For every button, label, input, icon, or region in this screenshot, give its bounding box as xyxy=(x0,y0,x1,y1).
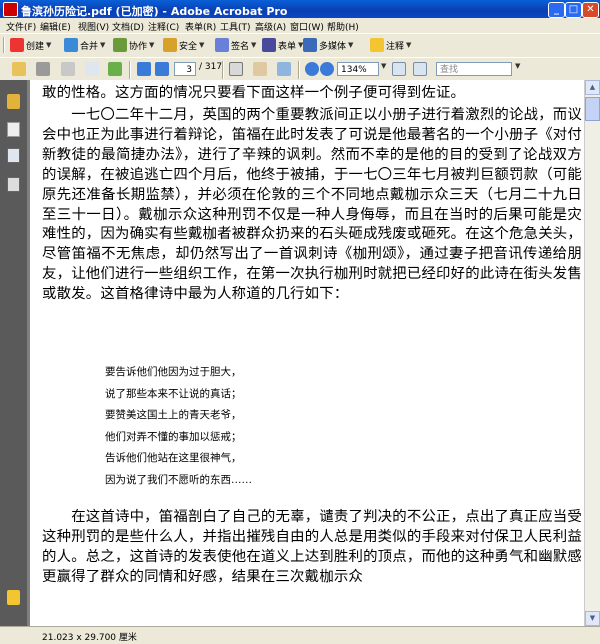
open-button[interactable] xyxy=(12,62,26,76)
minimize-button[interactable]: _ xyxy=(548,2,565,18)
fit-page-icon xyxy=(413,62,427,76)
folder-open-icon xyxy=(12,62,26,76)
vertical-scrollbar[interactable]: ▲ ▼ xyxy=(584,80,600,626)
pages-icon[interactable] xyxy=(7,122,20,137)
poem-line: 因为说了我们不愿听的东西…… xyxy=(105,473,252,486)
forms-button[interactable]: 表单 ▼ xyxy=(262,38,303,52)
bookmarks-icon[interactable] xyxy=(7,148,20,163)
paragraph-1: 敢的性格。这方面的情况只要看下面这样一个例子便可得到佐证。 xyxy=(42,85,466,101)
email-icon xyxy=(85,62,99,76)
zoom-in-icon xyxy=(320,62,334,76)
pdf-page: 敢的性格。这方面的情况只要看下面这样一个例子便可得到佐证。 一七〇二年十二月，英… xyxy=(30,80,594,626)
menu-document[interactable]: 文档(D) xyxy=(112,20,144,33)
navigation-toolbar: 3 / 317 134% ▼ 查找 ▼ xyxy=(0,57,600,81)
menu-file[interactable]: 文件(F) xyxy=(6,20,36,33)
document-viewer[interactable]: 敢的性格。这方面的情况只要看下面这样一个例子便可得到佐证。 一七〇二年十二月，英… xyxy=(27,80,600,626)
organizer-icon xyxy=(108,62,122,76)
signatures-icon[interactable] xyxy=(7,177,20,192)
maximize-button[interactable]: □ xyxy=(565,2,582,18)
save-button[interactable] xyxy=(61,62,75,76)
navigation-panel xyxy=(0,80,27,626)
tasks-toolbar: 创建 ▼ 合并 ▼ 协作 ▼ 安全 ▼ 签名 ▼ 表单 ▼ 多媒体 ▼ 注释 ▼ xyxy=(0,33,600,58)
paragraph-3: 在这首诗中，笛福剖白了自己的无辜，谴责了判决的不公正，点出了真正应当受这种刑罚的… xyxy=(42,509,582,585)
scroll-down-button[interactable]: ▼ xyxy=(585,611,600,626)
sign-button[interactable]: 签名 ▼ xyxy=(215,38,256,52)
previous-page-button[interactable] xyxy=(137,62,151,76)
select-tool-button[interactable] xyxy=(229,62,243,76)
poem-line: 他们对弄不懂的事加以惩戒； xyxy=(105,430,242,443)
search-dropdown-arrow[interactable]: ▼ xyxy=(515,62,520,70)
save-icon xyxy=(61,62,75,76)
text-select-icon xyxy=(229,62,243,76)
multimedia-icon xyxy=(303,38,317,52)
sign-pen-icon xyxy=(215,38,229,52)
print-icon xyxy=(36,62,50,76)
next-page-button[interactable] xyxy=(155,62,169,76)
zoom-level-select[interactable]: 134% xyxy=(337,62,379,76)
multimedia-button[interactable]: 多媒体 ▼ xyxy=(303,38,353,52)
window-title: 鲁滨孙历险记.pdf (已加密) - Adobe Acrobat Pro xyxy=(21,5,288,18)
page-total: / 317 xyxy=(199,62,223,72)
hand-tool-button[interactable] xyxy=(253,62,267,76)
menu-help[interactable]: 帮助(H) xyxy=(327,20,359,33)
collaborate-button[interactable]: 协作 ▼ xyxy=(113,38,154,52)
lock-icon[interactable] xyxy=(7,94,20,109)
poem-line: 要赞美这国土上的青天老爷， xyxy=(105,409,242,421)
menu-forms[interactable]: 表单(R) xyxy=(185,20,216,33)
zoom-marquee-icon xyxy=(277,62,291,76)
actual-size-icon xyxy=(392,62,406,76)
secure-button[interactable]: 安全 ▼ xyxy=(163,38,204,52)
menu-tools[interactable]: 工具(T) xyxy=(220,20,251,33)
create-pdf-icon xyxy=(10,38,24,52)
email-button[interactable] xyxy=(85,62,99,76)
arrow-up-icon xyxy=(137,62,151,76)
poem-line: 说了那些本来不让说的真话； xyxy=(105,387,242,400)
collaborate-icon xyxy=(113,38,127,52)
comment-button[interactable]: 注释 ▼ xyxy=(370,38,411,52)
zoom-out-button[interactable] xyxy=(305,62,319,76)
zoom-dropdown-arrow[interactable]: ▼ xyxy=(381,62,386,70)
poem-line: 告诉他们他站在这里很神气， xyxy=(105,452,242,464)
menu-comments[interactable]: 注释(C) xyxy=(148,20,179,33)
arrow-down-icon xyxy=(155,62,169,76)
comment-icon[interactable] xyxy=(7,590,20,605)
forms-icon xyxy=(262,38,276,52)
organizer-button[interactable] xyxy=(108,62,122,76)
menu-window[interactable]: 窗口(W) xyxy=(290,20,324,33)
combine-button[interactable]: 合并 ▼ xyxy=(64,38,105,52)
paragraph-2: 一七〇二年十二月，英国的两个重要教派间正以小册子进行着激烈的论战，而议会中也正为… xyxy=(42,107,582,303)
hand-icon xyxy=(253,62,267,76)
menu-edit[interactable]: 编辑(E) xyxy=(40,20,71,33)
zoom-out-icon xyxy=(305,62,319,76)
scroll-thumb[interactable] xyxy=(585,97,600,121)
page-size-label: 21.023 x 29.700 厘米 xyxy=(42,633,137,643)
poem-line: 要告诉他们他因为过于胆大， xyxy=(105,366,242,378)
menu-bar: 文件(F) 编辑(E) 视图(V) 文档(D) 注释(C) 表单(R) 工具(T… xyxy=(0,18,600,33)
print-button[interactable] xyxy=(36,62,50,76)
close-button[interactable]: ✕ xyxy=(582,2,599,18)
status-bar: 21.023 x 29.700 厘米 xyxy=(0,626,600,644)
create-button[interactable]: 创建 ▼ xyxy=(10,38,51,52)
acrobat-app-icon[interactable] xyxy=(3,2,18,17)
poem-block: 要告诉他们他因为过于胆大， 说了那些本来不让说的真话； 要赞美这国土上的青天老爷… xyxy=(105,362,252,491)
combine-icon xyxy=(64,38,78,52)
actual-size-button[interactable] xyxy=(392,62,406,76)
lock-icon xyxy=(163,38,177,52)
page-number-input[interactable]: 3 xyxy=(174,62,196,76)
title-bar: 鲁滨孙历险记.pdf (已加密) - Adobe Acrobat Pro _ □… xyxy=(0,0,600,18)
comment-icon xyxy=(370,38,384,52)
fit-page-button[interactable] xyxy=(413,62,427,76)
search-input[interactable]: 查找 xyxy=(436,62,512,76)
zoom-in-button[interactable] xyxy=(320,62,334,76)
menu-view[interactable]: 视图(V) xyxy=(78,20,109,33)
zoom-tool-button[interactable] xyxy=(277,62,291,76)
scroll-up-button[interactable]: ▲ xyxy=(585,80,600,95)
menu-advanced[interactable]: 高级(A) xyxy=(255,20,286,33)
